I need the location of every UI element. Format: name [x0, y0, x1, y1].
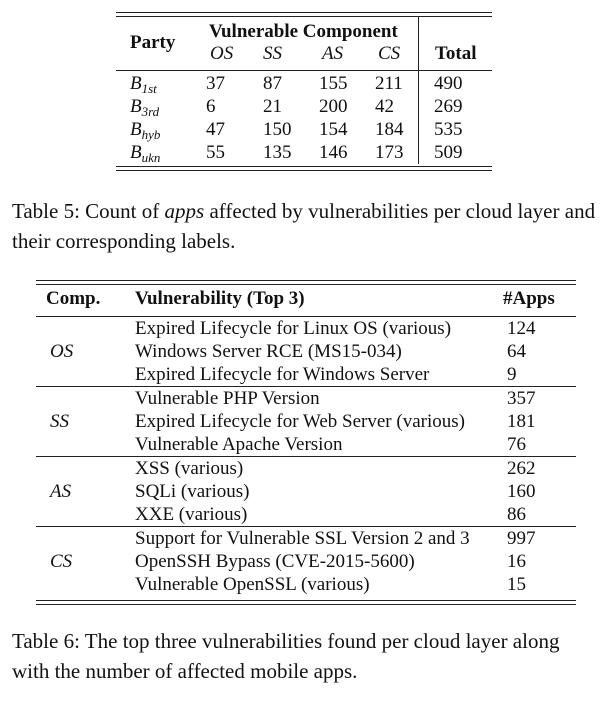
table-cell-total: 269 — [434, 96, 463, 117]
table-mid-rule — [116, 70, 492, 71]
apps-count: 262 — [507, 458, 536, 479]
apps-count: 16 — [507, 551, 526, 572]
header-os: OS — [210, 43, 234, 64]
apps-count: 160 — [507, 481, 536, 502]
table-5-caption: Table 5: Count of apps affected by vulne… — [12, 199, 596, 253]
apps-count: 124 — [507, 318, 536, 339]
vulnerability-name: Expired Lifecycle for Windows Server — [135, 364, 430, 385]
table-cell: 211 — [375, 73, 403, 94]
header-ss: SS — [263, 43, 282, 64]
vulnerability-name: XXE (various) — [135, 504, 248, 525]
header-vulnerability: Vulnerability (Top 3) — [135, 288, 305, 309]
table-cell: 55 — [206, 142, 225, 163]
vulnerability-name: Windows Server RCE (MS15-034) — [135, 341, 402, 362]
header-total: Total — [435, 43, 477, 64]
vulnerability-name: Expired Lifecycle for Web Server (variou… — [135, 411, 465, 432]
table-top-rule — [36, 284, 576, 285]
table-cell-total: 509 — [434, 142, 463, 163]
header-as: AS — [322, 43, 344, 64]
table-cell: 37 — [206, 73, 225, 94]
apps-count: 15 — [507, 574, 526, 595]
component-ss: SS — [50, 411, 69, 432]
table-bottom-rule — [116, 170, 492, 171]
apps-count: 64 — [507, 341, 526, 362]
header-party: Party — [130, 32, 176, 53]
component-as: AS — [50, 481, 72, 502]
table-cell: 173 — [375, 142, 404, 163]
table-cell: 47 — [206, 119, 225, 140]
header-apps: #Apps — [503, 288, 555, 309]
vulnerability-name: XSS (various) — [135, 458, 244, 479]
group-rule — [36, 456, 576, 457]
vulnerability-name: OpenSSH Bypass (CVE-2015-5600) — [135, 551, 415, 572]
apps-count: 86 — [507, 504, 526, 525]
group-rule — [36, 386, 576, 387]
vulnerability-name: Vulnerable Apache Version — [135, 434, 343, 455]
vulnerability-name: Vulnerable OpenSSL (various) — [135, 574, 370, 595]
vulnerability-name: SQLi (various) — [135, 481, 250, 502]
table-top-rule — [36, 280, 576, 281]
apps-count: 76 — [507, 434, 526, 455]
table-cell: 6 — [206, 96, 216, 117]
component-os: OS — [50, 341, 74, 362]
table-cell: 155 — [319, 73, 348, 94]
table-cell: 135 — [263, 142, 292, 163]
vulnerability-name: Vulnerable PHP Version — [135, 388, 320, 409]
table-cell: 87 — [263, 73, 282, 94]
table-bottom-rule — [36, 600, 576, 601]
apps-count: 181 — [507, 411, 536, 432]
table-cell: 146 — [319, 142, 348, 163]
table-cell: 184 — [375, 119, 404, 140]
apps-count: 9 — [507, 364, 517, 385]
table-cell: 200 — [319, 96, 348, 117]
party-label: Bukn — [130, 142, 161, 165]
header-cs: CS — [378, 43, 401, 64]
party-label: B1st — [130, 73, 157, 96]
table-bottom-rule — [116, 166, 492, 167]
table-cell: 42 — [375, 96, 394, 117]
party-label: B3rd — [130, 96, 160, 119]
table-top-rule — [116, 16, 492, 17]
table-cell: 154 — [319, 119, 348, 140]
party-label: Bhyb — [130, 119, 161, 142]
table-cell: 150 — [263, 119, 292, 140]
table-mid-rule — [36, 316, 576, 317]
table-bottom-rule — [36, 604, 576, 605]
component-cs: CS — [50, 551, 73, 572]
header-vulnerable-component: Vulnerable Component — [209, 21, 398, 42]
table-5: Party Vulnerable Component OS SS AS CS T… — [116, 12, 492, 171]
table-cell-total: 490 — [434, 73, 463, 94]
group-rule — [36, 526, 576, 527]
total-column-divider — [418, 16, 419, 164]
table-6: Comp. Vulnerability (Top 3) #Apps OS Exp… — [36, 280, 576, 608]
vulnerability-name: Expired Lifecycle for Linux OS (various) — [135, 318, 452, 339]
table-cell-total: 535 — [434, 119, 463, 140]
table-6-caption: Table 6: The top three vulnerabilities f… — [12, 629, 560, 683]
header-comp: Comp. — [46, 288, 101, 309]
table-top-rule — [116, 12, 492, 13]
apps-count: 357 — [507, 388, 536, 409]
vulnerability-name: Support for Vulnerable SSL Version 2 and… — [135, 528, 470, 549]
apps-count: 997 — [507, 528, 536, 549]
table-cell: 21 — [263, 96, 282, 117]
